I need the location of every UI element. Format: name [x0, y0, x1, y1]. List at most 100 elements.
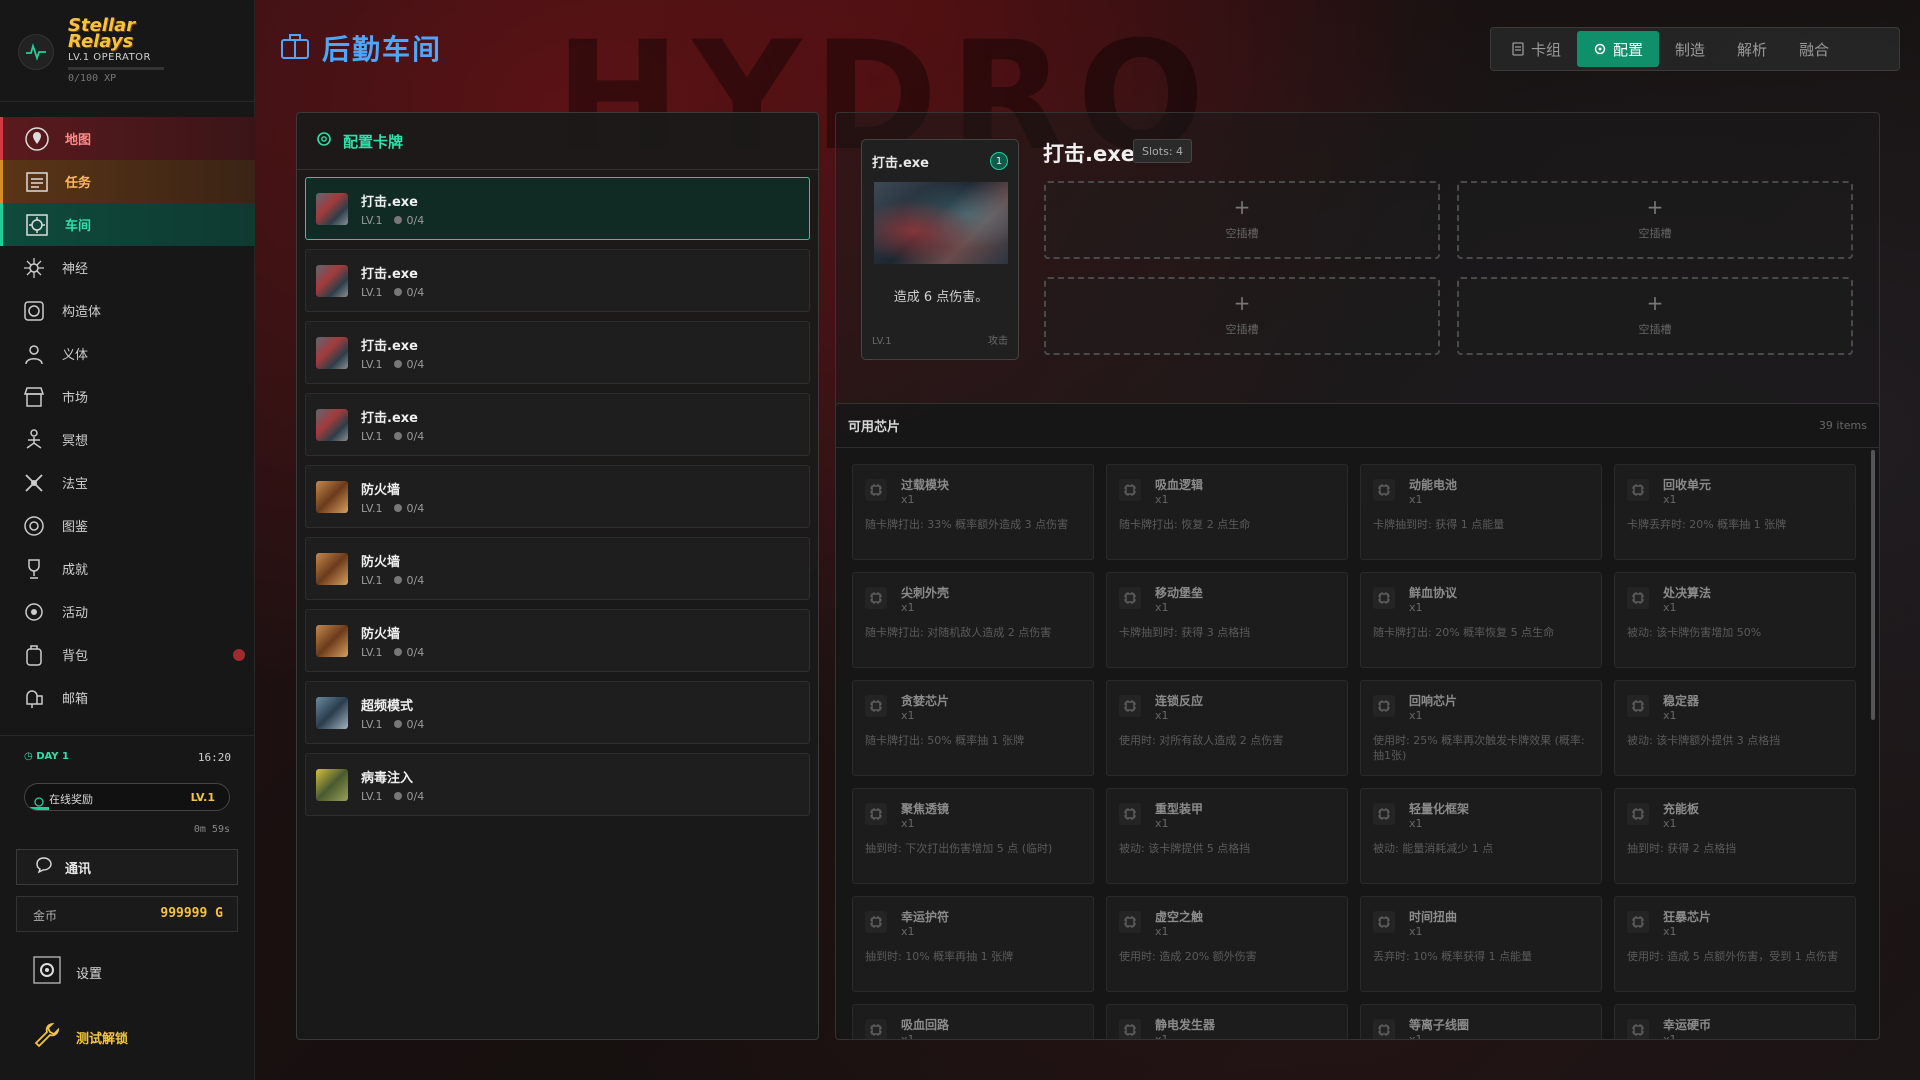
card-row[interactable]: 打击.exe LV.1 0/4 [305, 177, 810, 240]
card-thumbnail [316, 480, 348, 513]
chip-card[interactable]: 过载模块 x1 随卡牌打出: 33% 概率额外造成 3 点伤害 [852, 464, 1094, 560]
card-row[interactable]: 打击.exe LV.1 0/4 [305, 249, 810, 312]
tab-config[interactable]: 配置 [1577, 31, 1660, 67]
market-icon [18, 381, 50, 413]
backpack-icon [18, 639, 50, 671]
chip-name: 狂暴芯片 [1663, 910, 1712, 924]
sidebar-item-event[interactable]: 活动 [0, 590, 255, 633]
tab-analyze[interactable]: 解析 [1721, 31, 1783, 67]
empty-slot[interactable]: + 空插槽 [1457, 277, 1853, 355]
sidebar-item-label: 活动 [62, 606, 89, 621]
empty-slot[interactable]: + 空插槽 [1044, 277, 1440, 355]
sidebar-item-mailbox[interactable]: 邮箱 [0, 676, 255, 719]
card-row[interactable]: 打击.exe LV.1 0/4 [305, 321, 810, 384]
gold-label: 金币 [33, 909, 58, 923]
chip-card[interactable]: 处决算法 x1 被动: 该卡牌伤害增加 50% [1614, 572, 1856, 668]
chip-card[interactable]: 重型装甲 x1 被动: 该卡牌提供 5 点格挡 [1106, 788, 1348, 884]
workshop-icon [21, 209, 53, 241]
card-row[interactable]: 防火墙 LV.1 0/4 [305, 537, 810, 600]
chips-header: 可用芯片 39 items [836, 404, 1879, 448]
chip-card[interactable]: 鲜血协议 x1 随卡牌打出: 20% 概率恢复 5 点生命 [1360, 572, 1602, 668]
scrollbar[interactable] [1871, 450, 1875, 720]
sidebar-item-workshop[interactable]: 车间 [0, 203, 255, 246]
comm-button[interactable]: 通讯 [16, 849, 238, 885]
chip-name: 吸血回路 [901, 1018, 950, 1032]
chip-description: 卡牌抽到时: 获得 1 点能量 [1373, 518, 1505, 531]
settings-button[interactable]: 设置 [32, 955, 102, 989]
sidebar-item-task[interactable]: 任务 [0, 160, 255, 203]
sidebar-item-map[interactable]: 地图 [0, 117, 255, 160]
sidebar-item-label: 图鉴 [62, 520, 89, 535]
card-level: LV.1 [361, 285, 383, 299]
chip-description: 抽到时: 10% 概率再抽 1 张牌 [865, 950, 1014, 963]
chip-description: 使用时: 25% 概率再次触发卡牌效果 (概率: 抽1张) [1373, 734, 1585, 762]
chip-card[interactable]: 回响芯片 x1 使用时: 25% 概率再次触发卡牌效果 (概率: 抽1张) [1360, 680, 1602, 776]
sidebar-item-cyborg[interactable]: 义体 [0, 332, 255, 375]
sidebar-item-meditate[interactable]: 冥想 [0, 418, 255, 461]
chip-description: 随卡牌打出: 50% 概率抽 1 张牌 [865, 734, 1025, 747]
neural-icon [18, 252, 50, 284]
chip-name: 吸血逻辑 [1155, 478, 1204, 492]
chip-card[interactable]: 轻量化框架 x1 被动: 能量消耗减少 1 点 [1360, 788, 1602, 884]
sidebar-item-backpack[interactable]: 背包 [0, 633, 255, 676]
chip-card[interactable]: 移动堡垒 x1 卡牌抽到时: 获得 3 点格挡 [1106, 572, 1348, 668]
chip-card[interactable]: 聚焦透镜 x1 抽到时: 下次打出伤害增加 5 点 (临时) [852, 788, 1094, 884]
sidebar-item-construct[interactable]: 构造体 [0, 289, 255, 332]
gold-display: 金币 999999 G [16, 896, 238, 932]
sidebar-item-codex[interactable]: 图鉴 [0, 504, 255, 547]
chip-card[interactable]: 静电发生器 x1 [1106, 1004, 1348, 1039]
card-row[interactable]: 病毒注入 LV.1 0/4 [305, 753, 810, 816]
chip-quantity: x1 [1663, 601, 1677, 614]
card-level: LV.1 [361, 573, 383, 587]
chip-description: 被动: 该卡牌提供 5 点格挡 [1119, 842, 1251, 855]
chip-card[interactable]: 吸血回路 x1 [852, 1004, 1094, 1039]
card-row[interactable]: 超频模式 LV.1 0/4 [305, 681, 810, 744]
online-reward-progress [25, 807, 49, 810]
sidebar-item-market[interactable]: 市场 [0, 375, 255, 418]
card-slots: 0/4 [406, 357, 425, 371]
sidebar-item-label: 法宝 [62, 477, 89, 492]
slot-icon [393, 503, 403, 513]
chip-card[interactable]: 连锁反应 x1 使用时: 对所有敌人造成 2 点伤害 [1106, 680, 1348, 776]
chip-quantity: x1 [1155, 601, 1169, 614]
sidebar-item-label: 冥想 [62, 434, 89, 449]
chip-description: 随卡牌打出: 20% 概率恢复 5 点生命 [1373, 626, 1555, 639]
chip-card[interactable]: 回收单元 x1 卡牌丢弃时: 20% 概率抽 1 张牌 [1614, 464, 1856, 560]
sidebar-item-artifact[interactable]: 法宝 [0, 461, 255, 504]
card-level: LV.1 [361, 501, 383, 515]
sidebar-item-achievement[interactable]: 成就 [0, 547, 255, 590]
chip-description: 使用时: 造成 20% 额外伤害 [1119, 950, 1257, 963]
chip-card[interactable]: 幸运护符 x1 抽到时: 10% 概率再抽 1 张牌 [852, 896, 1094, 992]
test-unlock-button[interactable]: 测试解锁 [32, 1020, 128, 1054]
chip-icon [865, 1019, 887, 1039]
tab-craft[interactable]: 制造 [1659, 31, 1721, 67]
chip-card[interactable]: 狂暴芯片 x1 使用时: 造成 5 点额外伤害，受到 1 点伤害 [1614, 896, 1856, 992]
card-row[interactable]: 防火墙 LV.1 0/4 [305, 465, 810, 528]
chip-card[interactable]: 吸血逻辑 x1 随卡牌打出: 恢复 2 点生命 [1106, 464, 1348, 560]
pulse-icon[interactable] [18, 34, 54, 70]
card-name: 防火墙 [361, 626, 401, 642]
empty-slot-label: 空插槽 [1225, 323, 1259, 336]
chip-card[interactable]: 尖刺外壳 x1 随卡牌打出: 对随机敌人造成 2 点伤害 [852, 572, 1094, 668]
chip-name: 聚焦透镜 [901, 802, 950, 816]
card-slots: 0/4 [406, 789, 425, 803]
chip-card[interactable]: 时间扭曲 x1 丢弃时: 10% 概率获得 1 点能量 [1360, 896, 1602, 992]
chip-card[interactable]: 动能电池 x1 卡牌抽到时: 获得 1 点能量 [1360, 464, 1602, 560]
card-row[interactable]: 防火墙 LV.1 0/4 [305, 609, 810, 672]
slot-icon [393, 215, 403, 225]
sidebar-item-neural[interactable]: 神经 [0, 246, 255, 289]
chip-card[interactable]: 虚空之触 x1 使用时: 造成 20% 额外伤害 [1106, 896, 1348, 992]
empty-slot[interactable]: + 空插槽 [1457, 181, 1853, 259]
card-row[interactable]: 打击.exe LV.1 0/4 [305, 393, 810, 456]
chip-card[interactable]: 贪婪芯片 x1 随卡牌打出: 50% 概率抽 1 张牌 [852, 680, 1094, 776]
chip-card[interactable]: 充能板 x1 抽到时: 获得 2 点格挡 [1614, 788, 1856, 884]
chip-card[interactable]: 幸运硬币 x1 [1614, 1004, 1856, 1039]
online-reward[interactable]: 在线奖励 LV.1 [24, 783, 230, 811]
chip-card[interactable]: 稳定器 x1 被动: 该卡牌额外提供 3 点格挡 [1614, 680, 1856, 776]
tab-deck[interactable]: 卡组 [1495, 31, 1577, 67]
chip-icon [1627, 587, 1649, 609]
chip-card[interactable]: 等离子线圈 x1 [1360, 1004, 1602, 1039]
tab-fuse[interactable]: 融合 [1783, 31, 1845, 67]
empty-slot[interactable]: + 空插槽 [1044, 181, 1440, 259]
wrench-icon [32, 1020, 62, 1054]
